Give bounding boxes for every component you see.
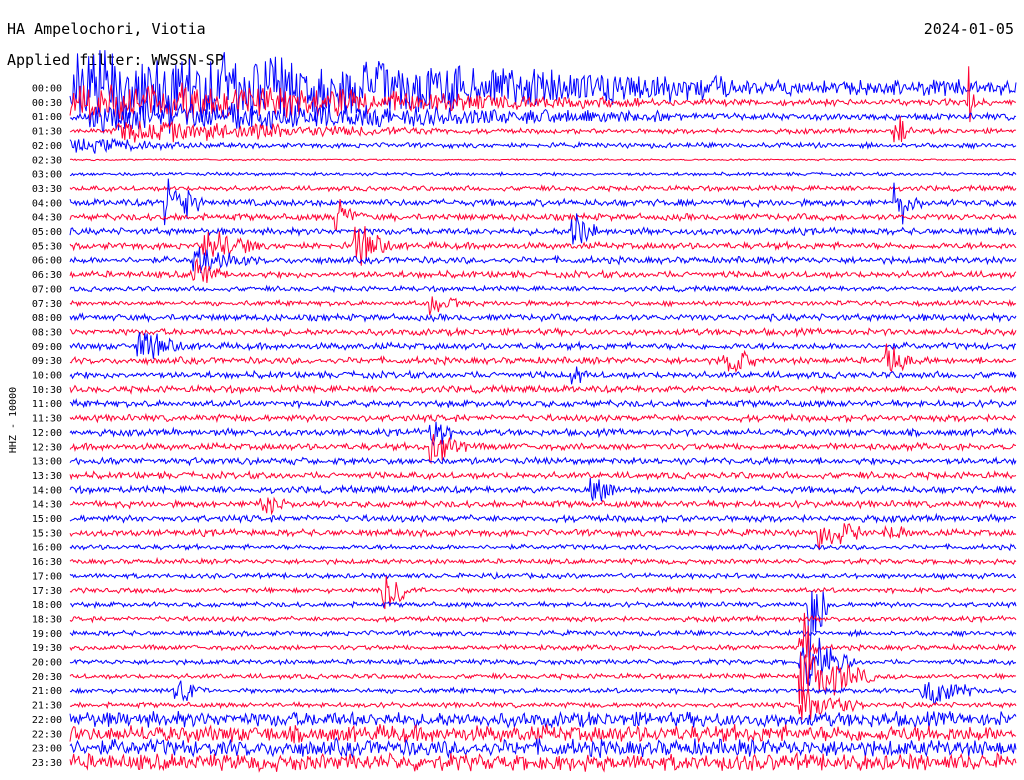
row-time-label: 11:30: [32, 414, 62, 425]
row-time-label: 08:30: [32, 327, 62, 338]
trace-row-0330: [69, 184, 1017, 193]
row-time-label: 14:00: [32, 485, 62, 496]
row-time-label: 17:00: [32, 571, 62, 582]
trace-row-1830: [69, 614, 1017, 624]
trace-group: [69, 50, 1017, 773]
row-time-label: 02:30: [32, 155, 62, 166]
trace-row-1000: [69, 366, 1017, 385]
trace-row-1200: [69, 421, 1017, 447]
channel-label: HHZ - 10000: [8, 387, 19, 453]
row-time-label: 02:00: [32, 141, 62, 152]
row-time-label: 10:30: [32, 385, 62, 396]
row-time-label: 01:30: [32, 127, 62, 138]
trace-row-1100: [69, 398, 1017, 410]
trace-row-0300: [69, 171, 1017, 178]
seismogram-plot: 00:00 00:30 01:00 01:30 02:00 02:30 03:00 03:30…: [8, 50, 1017, 773]
trace-row-1900: [69, 628, 1017, 638]
row-time-label: 21:30: [32, 701, 62, 712]
row-time-label: 06:00: [32, 256, 62, 267]
trace-row-1300: [69, 455, 1017, 467]
row-time-label: 07:30: [32, 299, 62, 310]
row-time-label: 22:30: [32, 729, 62, 740]
trace-row-1630: [69, 556, 1017, 566]
trace-row-0930: [69, 343, 1017, 374]
row-time-label: 05:30: [32, 241, 62, 252]
row-time-label: 18:00: [32, 600, 62, 611]
trace-row-0900: [69, 331, 1017, 359]
row-time-label: 06:30: [32, 270, 62, 281]
row-time-label: 23:00: [32, 744, 62, 755]
row-time-label: 08:00: [32, 313, 62, 324]
trace-row-1400: [69, 477, 1017, 502]
trace-row-0700: [69, 284, 1017, 293]
row-time-label: 12:00: [32, 428, 62, 439]
row-time-label: 01:00: [32, 112, 62, 123]
trace-row-1230: [69, 434, 1016, 465]
row-time-label: 20:00: [32, 658, 62, 669]
row-time-label: 11:00: [32, 399, 62, 410]
row-time-label: 10:00: [32, 371, 62, 382]
row-time-label: 15:30: [32, 528, 62, 539]
trace-row-0200: [69, 137, 1017, 154]
row-time-label: 19:30: [32, 643, 62, 654]
row-label-group: 00:00 00:30 01:00 01:30 02:00 02:30 03:00 03:30…: [32, 84, 62, 769]
row-time-label: 19:00: [32, 629, 62, 640]
row-time-label: 09:00: [32, 342, 62, 353]
row-time-label: 12:30: [32, 442, 62, 453]
trace-row-0830: [69, 326, 1017, 338]
trace-row-2030: [69, 651, 1017, 705]
trace-row-1800: [69, 590, 1017, 679]
trace-row-1700: [69, 571, 1017, 581]
trace-row-0730: [69, 296, 1017, 316]
trace-row-2000: [69, 637, 1017, 686]
trace-row-2230: [69, 723, 1017, 744]
trace-row-1600: [69, 542, 1017, 552]
trace-row-1430: [69, 496, 1017, 516]
trace-row-1030: [69, 383, 1017, 395]
row-time-label: 14:30: [32, 500, 62, 511]
trace-row-2100: [69, 680, 1017, 705]
row-time-label: 04:30: [32, 213, 62, 224]
row-time-label: 16:00: [32, 543, 62, 554]
row-time-label: 09:30: [32, 356, 62, 367]
trace-row-0230: [69, 158, 1017, 162]
row-time-label: 07:00: [32, 284, 62, 295]
row-time-label: 16:30: [32, 557, 62, 568]
row-time-label: 13:00: [32, 457, 62, 468]
row-time-label: 17:30: [32, 586, 62, 597]
row-time-label: 20:30: [32, 672, 62, 683]
row-time-label: 04:00: [32, 198, 62, 209]
trace-row-2330: [69, 751, 1017, 773]
trace-row-2300: [69, 737, 1017, 759]
row-time-label: 00:30: [32, 98, 62, 109]
row-time-label: 05:00: [32, 227, 62, 238]
trace-row-1500: [69, 512, 1017, 524]
row-time-label: 21:00: [32, 686, 62, 697]
row-time-label: 03:00: [32, 170, 62, 181]
row-time-label: 15:00: [32, 514, 62, 525]
trace-row-1130: [69, 412, 1017, 424]
row-time-label: 13:30: [32, 471, 62, 482]
trace-row-1330: [69, 469, 1017, 481]
row-time-label: 03:30: [32, 184, 62, 195]
row-time-label: 18:30: [32, 614, 62, 625]
row-time-label: 22:00: [32, 715, 62, 726]
trace-row-0800: [69, 312, 1017, 324]
row-time-label: 00:00: [32, 84, 62, 95]
row-time-label: 23:30: [32, 758, 62, 769]
